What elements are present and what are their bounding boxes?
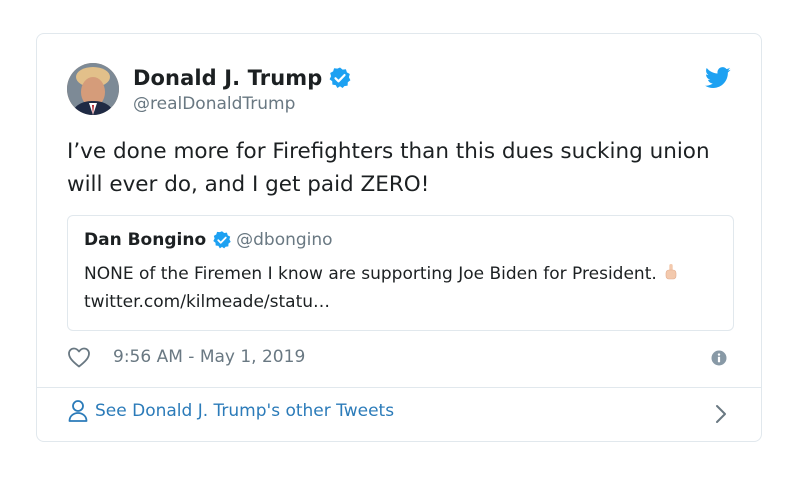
quoted-author-name: Dan Bongino	[84, 230, 207, 250]
person-icon	[67, 398, 89, 424]
author-avatar[interactable]	[67, 63, 119, 115]
footer-divider	[37, 387, 761, 388]
verified-badge-icon	[328, 66, 352, 90]
tweet-text: I’ve done more for Firefighters than thi…	[67, 139, 710, 197]
quoted-tweet-text: NONE of the Firemen I know are supportin…	[84, 260, 714, 316]
quoted-tweet-link[interactable]: twitter.com/kilmeade/statu…	[84, 292, 330, 312]
author-handle[interactable]: @realDonaldTrump	[133, 94, 295, 114]
tweet-timestamp[interactable]: 9:56 AM - May 1, 2019	[113, 347, 305, 367]
author-name[interactable]: Donald J. Trump	[133, 66, 322, 90]
info-icon[interactable]	[711, 350, 727, 366]
heart-icon[interactable]	[67, 346, 91, 368]
embedded-tweet-card: Donald J. Trump @realDonaldTrump I’ve do…	[36, 33, 762, 442]
avatar-portrait-icon	[67, 63, 119, 115]
tweet-meta: 9:56 AM - May 1, 2019	[67, 346, 305, 368]
twitter-bird-icon[interactable]	[705, 67, 731, 89]
quoted-author-handle: @dbongino	[236, 230, 333, 250]
quoted-tweet[interactable]: Dan Bongino @dbongino NONE of the Fireme…	[67, 215, 734, 331]
quoted-tweet-header: Dan Bongino @dbongino	[84, 230, 333, 250]
verified-badge-icon	[212, 230, 232, 250]
chevron-right-icon[interactable]	[715, 404, 727, 424]
pointing-finger-emoji	[661, 263, 681, 283]
see-more-label[interactable]: See Donald J. Trump's other Tweets	[95, 401, 394, 421]
author-name-row[interactable]: Donald J. Trump	[133, 66, 352, 90]
see-more-tweets-link[interactable]: See Donald J. Trump's other Tweets	[67, 398, 394, 424]
quoted-tweet-body: NONE of the Firemen I know are supportin…	[84, 264, 657, 284]
